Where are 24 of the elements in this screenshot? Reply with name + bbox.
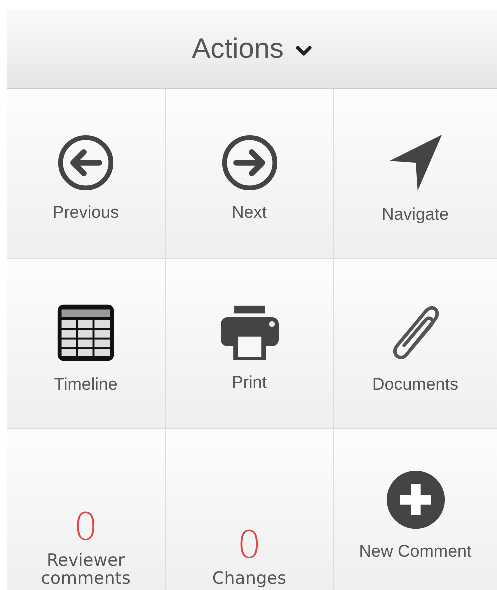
action-tile[interactable]: 0 Reviewer comments [7, 429, 166, 590]
tile-label: New Comment [359, 542, 472, 562]
tile-label: Documents [372, 376, 458, 395]
tile-label: Print [232, 374, 267, 393]
count-value: 0 [74, 508, 98, 546]
chevron-down-icon [296, 45, 312, 57]
tile-label: Previous [52, 204, 120, 223]
arrow-right-circle-icon [220, 134, 278, 192]
tile-label: Reviewer comments [40, 552, 132, 589]
arrow-left-circle-icon [57, 134, 115, 192]
action-tile[interactable]: Print [166, 259, 334, 429]
action-tile[interactable]: Previous [7, 89, 166, 259]
tile-label: Navigate [382, 206, 450, 225]
count-value: 0 [237, 526, 262, 564]
action-tile[interactable]: Timeline [7, 259, 166, 429]
tile-label: Changes [212, 570, 286, 589]
header-title: Actions [192, 33, 284, 65]
plus-circle-icon [384, 468, 446, 531]
tile-label: Next [232, 204, 267, 223]
printer-icon [218, 304, 280, 362]
action-tile[interactable]: 0 Changes [166, 429, 334, 590]
actions-header[interactable]: Actions [7, 10, 497, 89]
action-tile[interactable]: Next [166, 89, 334, 259]
tile-label: Timeline [54, 376, 118, 395]
